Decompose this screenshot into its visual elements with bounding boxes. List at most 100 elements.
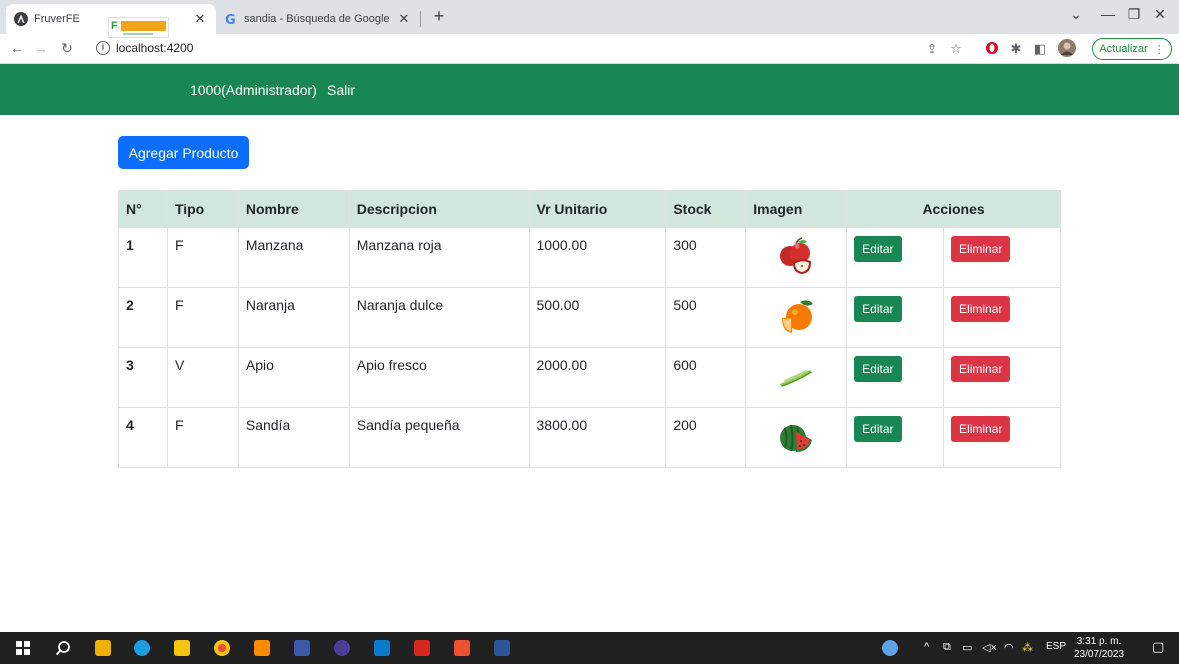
minimize-icon[interactable]: — bbox=[1098, 6, 1118, 22]
update-label: Actualizar bbox=[1099, 43, 1148, 55]
edit-button[interactable]: Editar bbox=[854, 416, 902, 442]
profile-avatar[interactable] bbox=[1058, 39, 1076, 57]
header-nombre: Nombre bbox=[237, 190, 350, 228]
header-num: N° bbox=[118, 190, 168, 228]
bookmark-star-icon[interactable]: ☆ bbox=[948, 41, 964, 57]
extensions-icon[interactable]: ✱ bbox=[1008, 41, 1024, 57]
cell-descripcion: Apio fresco bbox=[348, 347, 530, 408]
weather-icon[interactable] bbox=[882, 640, 898, 656]
cell-nombre: Apio bbox=[237, 347, 350, 408]
file-explorer-icon[interactable] bbox=[174, 640, 190, 656]
close-icon[interactable]: ✕ bbox=[396, 11, 412, 27]
logo-bar bbox=[121, 21, 166, 31]
window-close-icon[interactable]: ✕ bbox=[1150, 6, 1170, 23]
cell-descripcion: Sandía pequeña bbox=[348, 407, 530, 468]
cell-num: 3 bbox=[118, 347, 168, 408]
wifi-icon[interactable]: ◠ bbox=[1004, 641, 1014, 654]
address-text: localhost:4200 bbox=[116, 41, 194, 55]
vscode-icon[interactable] bbox=[374, 640, 390, 656]
cell-num: 4 bbox=[118, 407, 168, 468]
logout-link[interactable]: Salir bbox=[327, 82, 355, 98]
word-icon[interactable] bbox=[494, 640, 510, 656]
edit-button[interactable]: Editar bbox=[854, 356, 902, 382]
tab-search-icon[interactable]: ⌄ bbox=[1066, 6, 1086, 23]
cell-num: 2 bbox=[118, 287, 168, 348]
close-icon[interactable]: ✕ bbox=[192, 11, 208, 27]
cell-stock: 500 bbox=[665, 287, 747, 348]
clock-time: 3:31 p. m. bbox=[1076, 636, 1122, 647]
cell-nombre: Sandía bbox=[237, 407, 350, 468]
new-tab-icon[interactable]: + bbox=[428, 5, 450, 27]
cell-nombre: Manzana bbox=[237, 227, 350, 288]
git-icon[interactable] bbox=[454, 640, 470, 656]
search-icon[interactable] bbox=[55, 640, 71, 656]
info-icon[interactable]: i bbox=[96, 41, 110, 55]
battery-icon[interactable]: ▭ bbox=[962, 641, 972, 654]
cell-imagen bbox=[745, 407, 848, 468]
tab-google-search[interactable]: G sandia - Búsqueda de Google ✕ bbox=[220, 4, 420, 34]
cell-tipo: F bbox=[166, 407, 239, 468]
user-label: 1000(Administrador) bbox=[190, 82, 317, 98]
opera-icon[interactable] bbox=[984, 41, 1000, 57]
restore-icon[interactable]: ❐ bbox=[1124, 6, 1144, 23]
cell-descripcion: Naranja dulce bbox=[348, 287, 530, 348]
celery-image bbox=[780, 370, 813, 387]
network-icon[interactable]: ⁂ bbox=[1022, 641, 1033, 654]
header-tipo: Tipo bbox=[166, 190, 239, 228]
edit-button[interactable]: Editar bbox=[854, 296, 902, 322]
logo-letter-f: F bbox=[111, 20, 118, 32]
app-icon[interactable] bbox=[294, 640, 310, 656]
cell-nombre: Naranja bbox=[237, 287, 350, 348]
cell-edit: Editar bbox=[846, 347, 945, 408]
table-header-row: N° Tipo Nombre Descripcion Vr Unitario S… bbox=[118, 190, 1061, 228]
header-descripcion: Descripcion bbox=[348, 190, 530, 228]
cell-num: 1 bbox=[118, 227, 168, 288]
cell-stock: 300 bbox=[665, 227, 747, 288]
sublime-icon[interactable] bbox=[254, 640, 270, 656]
cell-vr-unitario: 2000.00 bbox=[528, 347, 667, 408]
add-product-button[interactable]: Agregar Producto bbox=[118, 136, 249, 169]
side-panel-icon[interactable]: ◧ bbox=[1032, 41, 1048, 57]
browser-tab-bar: FruverFE ✕ G sandia - Búsqueda de Google… bbox=[0, 0, 1179, 34]
chevron-up-icon[interactable]: ^ bbox=[924, 641, 929, 653]
angular-icon bbox=[14, 12, 28, 26]
app-navbar bbox=[0, 64, 1179, 115]
clock-date: 23/07/2023 bbox=[1074, 649, 1125, 660]
acrobat-icon[interactable] bbox=[414, 640, 430, 656]
delete-button[interactable]: Eliminar bbox=[951, 356, 1011, 382]
delete-button[interactable]: Eliminar bbox=[951, 236, 1011, 262]
more-vert-icon: ⋮ bbox=[1153, 43, 1165, 56]
header-imagen: Imagen bbox=[745, 190, 848, 228]
app-logo[interactable]: F bbox=[108, 17, 169, 38]
cell-delete: Eliminar bbox=[943, 227, 1061, 288]
chrome-icon[interactable] bbox=[214, 640, 230, 656]
cell-descripcion: Manzana roja bbox=[348, 227, 530, 288]
edge-icon[interactable] bbox=[134, 640, 150, 656]
meet-icon[interactable]: ⧉ bbox=[943, 641, 951, 654]
reload-icon[interactable]: ↻ bbox=[58, 39, 76, 57]
orange-image bbox=[782, 300, 814, 333]
cell-edit: Editar bbox=[846, 287, 945, 348]
cell-delete: Eliminar bbox=[943, 347, 1061, 408]
table-row: 4 F Sandía Sandía pequeña 3800.00 200 Ed… bbox=[118, 407, 1061, 468]
clock[interactable]: 3:31 p. m. 23/07/2023 bbox=[1074, 635, 1124, 661]
cell-vr-unitario: 3800.00 bbox=[528, 407, 667, 468]
edit-button[interactable]: Editar bbox=[854, 236, 902, 262]
eclipse-icon[interactable] bbox=[334, 640, 350, 656]
cell-imagen bbox=[745, 347, 848, 408]
cell-stock: 200 bbox=[665, 407, 747, 468]
notifications-icon[interactable]: ▢ bbox=[1152, 639, 1164, 655]
share-icon[interactable]: ⇪ bbox=[924, 41, 940, 57]
cell-imagen bbox=[745, 287, 848, 348]
address-bar[interactable]: i localhost:4200 bbox=[92, 37, 1092, 59]
back-icon[interactable]: ← bbox=[8, 39, 26, 57]
forward-icon[interactable]: → bbox=[32, 39, 50, 57]
volume-icon[interactable]: ◁× bbox=[982, 641, 997, 654]
delete-button[interactable]: Eliminar bbox=[951, 296, 1011, 322]
update-button[interactable]: Actualizar ⋮ bbox=[1092, 38, 1172, 60]
store-icon[interactable] bbox=[95, 640, 111, 656]
windows-taskbar: ^ ⧉ ▭ ◁× ◠ ⁂ ESP 3:31 p. m. 23/07/2023 ▢ bbox=[0, 632, 1179, 664]
windows-start-icon[interactable] bbox=[15, 640, 31, 656]
delete-button[interactable]: Eliminar bbox=[951, 416, 1011, 442]
language-indicator[interactable]: ESP bbox=[1046, 641, 1066, 652]
